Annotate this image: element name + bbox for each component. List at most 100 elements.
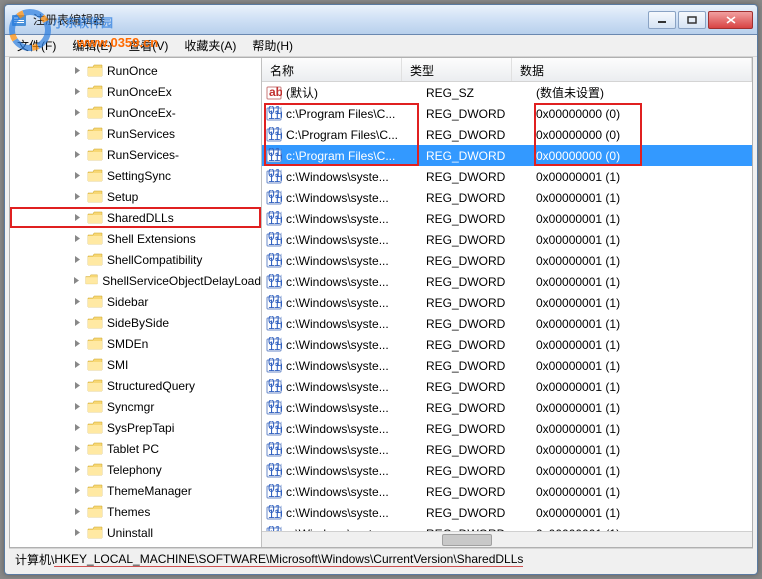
tree-item[interactable]: ShellCompatibility xyxy=(10,249,261,270)
list-header[interactable]: 名称 类型 数据 xyxy=(262,58,752,82)
tree-item[interactable]: Telephony xyxy=(10,459,261,480)
tree-item[interactable]: Sidebar xyxy=(10,291,261,312)
cell-type: REG_DWORD xyxy=(422,317,532,331)
dword-icon: 011110 xyxy=(266,379,282,395)
list-row[interactable]: 011110c:\Windows\syste...REG_DWORD0x0000… xyxy=(262,460,752,481)
list-pane: 名称 类型 数据 ab(默认)REG_SZ(数值未设置)011110c:\Pro… xyxy=(262,58,752,547)
tree-item[interactable]: Setup xyxy=(10,186,261,207)
tree-item[interactable]: Themes xyxy=(10,501,261,522)
col-data[interactable]: 数据 xyxy=(512,58,752,81)
list-row[interactable]: 011110c:\Windows\syste...REG_DWORD0x0000… xyxy=(262,355,752,376)
dword-icon: 011110 xyxy=(266,526,282,532)
expand-icon[interactable] xyxy=(72,380,83,391)
tree-item[interactable]: SharedDLLs xyxy=(10,207,261,228)
expand-icon[interactable] xyxy=(72,338,83,349)
titlebar[interactable]: 注册表编辑器 xyxy=(5,5,757,35)
list-row[interactable]: 011110c:\Windows\syste...REG_DWORD0x0000… xyxy=(262,187,752,208)
tree-item[interactable]: SMDEn xyxy=(10,333,261,354)
cell-name: C:\Program Files\C... xyxy=(286,128,422,142)
folder-icon xyxy=(87,190,103,204)
list-row[interactable]: 011110c:\Program Files\C...REG_DWORD0x00… xyxy=(262,103,752,124)
tree-label: RunOnceEx- xyxy=(107,106,176,120)
expand-icon[interactable] xyxy=(72,506,83,517)
list-row[interactable]: 011110c:\Windows\syste...REG_DWORD0x0000… xyxy=(262,229,752,250)
list-row[interactable]: 011110c:\Windows\syste...REG_DWORD0x0000… xyxy=(262,502,752,523)
tree-item[interactable]: Shell Extensions xyxy=(10,228,261,249)
tree-item[interactable]: ThemeManager xyxy=(10,480,261,501)
list-row[interactable]: 011110c:\Windows\syste...REG_DWORD0x0000… xyxy=(262,292,752,313)
expand-icon[interactable] xyxy=(72,86,83,97)
list-scrollbar[interactable] xyxy=(262,531,752,547)
col-type[interactable]: 类型 xyxy=(402,58,512,81)
list-row[interactable]: 011110C:\Program Files\C...REG_DWORD0x00… xyxy=(262,124,752,145)
tree-item[interactable]: RunOnceEx xyxy=(10,81,261,102)
maximize-button[interactable] xyxy=(678,11,706,29)
tree-item[interactable]: RunOnce xyxy=(10,60,261,81)
expand-icon[interactable] xyxy=(72,317,83,328)
tree-item[interactable]: SettingSync xyxy=(10,165,261,186)
list-row[interactable]: 011110c:\Windows\syste...REG_DWORD0x0000… xyxy=(262,166,752,187)
expand-icon[interactable] xyxy=(72,422,83,433)
expand-icon[interactable] xyxy=(72,191,83,202)
tree-item[interactable]: StructuredQuery xyxy=(10,375,261,396)
expand-icon[interactable] xyxy=(72,359,83,370)
cell-name: c:\Windows\syste... xyxy=(286,401,422,415)
cell-name: c:\Windows\syste... xyxy=(286,275,422,289)
list-row[interactable]: 011110c:\Windows\syste...REG_DWORD0x0000… xyxy=(262,376,752,397)
tree-item[interactable]: RunServices- xyxy=(10,144,261,165)
expand-icon[interactable] xyxy=(72,233,83,244)
menu-item[interactable]: 文件(F) xyxy=(9,35,64,56)
expand-icon[interactable] xyxy=(72,485,83,496)
expand-icon[interactable] xyxy=(72,170,83,181)
list-row[interactable]: 011110c:\Windows\syste...REG_DWORD0x0000… xyxy=(262,334,752,355)
expand-icon[interactable] xyxy=(72,527,83,538)
tree-item[interactable]: SMI xyxy=(10,354,261,375)
tree-item[interactable]: RunServices xyxy=(10,123,261,144)
list-row[interactable]: 011110c:\Windows\syste...REG_DWORD0x0000… xyxy=(262,208,752,229)
menu-item[interactable]: 帮助(H) xyxy=(244,35,301,56)
expand-icon[interactable] xyxy=(72,128,83,139)
expand-icon[interactable] xyxy=(72,107,83,118)
list-row[interactable]: 011110c:\Windows\syste...REG_DWORD0x0000… xyxy=(262,418,752,439)
tree-item[interactable]: ShellServiceObjectDelayLoad xyxy=(10,270,261,291)
list-row[interactable]: 011110c:\Windows\syste...REG_DWORD0x0000… xyxy=(262,397,752,418)
tree-pane[interactable]: RunOnceRunOnceEx RunOnceEx- RunServicesRun… xyxy=(10,58,262,547)
close-button[interactable] xyxy=(708,11,753,29)
tree-item[interactable]: SideBySide xyxy=(10,312,261,333)
minimize-button[interactable] xyxy=(648,11,676,29)
list-body[interactable]: ab(默认)REG_SZ(数值未设置)011110c:\Program File… xyxy=(262,82,752,531)
list-row[interactable]: 011110c:\Windows\syste...REG_DWORD0x0000… xyxy=(262,439,752,460)
cell-type: REG_DWORD xyxy=(422,128,532,142)
tree-item[interactable]: Uninstall xyxy=(10,522,261,543)
cell-data: 0x00000001 (1) xyxy=(532,338,752,352)
list-row[interactable]: 011110c:\Windows\syste...REG_DWORD0x0000… xyxy=(262,313,752,334)
expand-icon[interactable] xyxy=(72,443,83,454)
expand-icon[interactable] xyxy=(72,401,83,412)
expand-icon[interactable] xyxy=(72,149,83,160)
list-row[interactable]: 011110c:\Windows\syste...REG_DWORD0x0000… xyxy=(262,481,752,502)
cell-type: REG_DWORD xyxy=(422,506,532,520)
tree-item[interactable]: Syncmgr xyxy=(10,396,261,417)
tree-item[interactable]: URL xyxy=(10,543,261,547)
list-row[interactable]: 011110c:\Program Files\C...REG_DWORD0x00… xyxy=(262,145,752,166)
cell-type: REG_DWORD xyxy=(422,191,532,205)
list-row[interactable]: 011110c:\Windows\syste...REG_DWORD0x0000… xyxy=(262,271,752,292)
list-row[interactable]: ab(默认)REG_SZ(数值未设置) xyxy=(262,82,752,103)
tree-item[interactable]: RunOnceEx- xyxy=(10,102,261,123)
expand-icon[interactable] xyxy=(72,254,83,265)
expand-icon[interactable] xyxy=(72,275,81,286)
menu-item[interactable]: 收藏夹(A) xyxy=(176,35,244,56)
cell-data: 0x00000001 (1) xyxy=(532,401,752,415)
tree-item[interactable]: Tablet PC xyxy=(10,438,261,459)
list-row[interactable]: 011110c:\Windows\syste...REG_DWORD0x0000… xyxy=(262,250,752,271)
expand-icon[interactable] xyxy=(72,65,83,76)
expand-icon[interactable] xyxy=(72,296,83,307)
list-row[interactable]: 011110c:\Windows\syste...REG_DWORD0x0000… xyxy=(262,523,752,531)
col-name[interactable]: 名称 xyxy=(262,58,402,81)
expand-icon[interactable] xyxy=(72,464,83,475)
expand-icon[interactable] xyxy=(72,212,83,223)
svg-text:110: 110 xyxy=(268,318,282,332)
folder-icon xyxy=(87,505,103,519)
cell-type: REG_DWORD xyxy=(422,233,532,247)
tree-item[interactable]: SysPrepTapi xyxy=(10,417,261,438)
